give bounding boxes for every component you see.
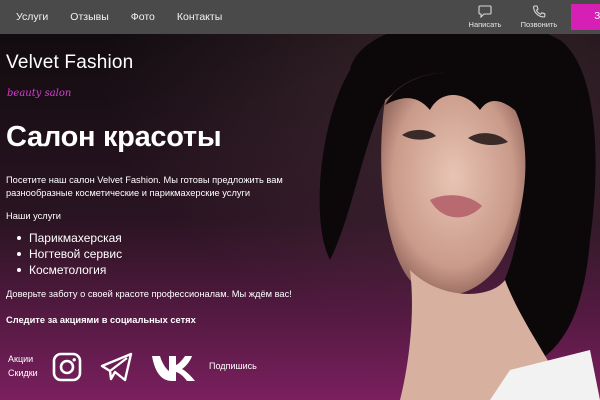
main-nav: Услуги Отзывы Фото Контакты <box>0 0 244 34</box>
booking-button[interactable]: За <box>571 4 600 30</box>
service-item-hair: Парикмахерская <box>17 230 306 246</box>
top-navigation-bar: Услуги Отзывы Фото Контакты Написать Поз… <box>0 0 600 34</box>
services-heading: Наши услуги <box>6 211 61 221</box>
vk-icon[interactable] <box>151 354 199 382</box>
intro-text: Посетите наш салон Velvet Fashion. Мы го… <box>6 175 283 198</box>
message-button[interactable]: Написать <box>458 0 512 34</box>
chat-bubble-icon <box>478 5 492 18</box>
telegram-icon[interactable] <box>100 352 134 382</box>
subscribe-link[interactable]: Подпишись <box>209 361 257 371</box>
promo-line-sales: Акции <box>8 354 34 364</box>
follow-heading: Следите за акциями в социальных сетях <box>6 315 196 325</box>
promo-label: Акции Скидки <box>8 352 38 380</box>
hero-content: Velvet Fashion beauty salon Салон красот… <box>6 34 306 325</box>
nav-item-reviews[interactable]: Отзывы <box>70 0 108 34</box>
service-item-nails: Ногтевой сервис <box>17 246 306 262</box>
nav-item-services[interactable]: Услуги <box>16 0 48 34</box>
services-list: Парикмахерская Ногтевой сервис Косметоло… <box>6 230 306 278</box>
call-label: Позвонить <box>520 20 558 29</box>
trust-text: Доверьте заботу о своей красоте професси… <box>6 289 292 299</box>
nav-item-contacts[interactable]: Контакты <box>177 0 222 34</box>
brand-name: Velvet Fashion <box>6 52 134 73</box>
call-button[interactable]: Позвонить <box>512 0 566 34</box>
page-title: Салон красоты <box>6 121 222 153</box>
portrait-image <box>319 18 600 400</box>
promo-line-discounts: Скидки <box>8 368 38 378</box>
phone-icon <box>533 5 546 18</box>
message-label: Написать <box>468 20 502 29</box>
nav-item-photo[interactable]: Фото <box>131 0 155 34</box>
social-row: Акции Скидки Подпишись <box>8 350 298 386</box>
header-actions: Написать Позвонить <box>458 0 566 34</box>
instagram-icon[interactable] <box>52 352 82 382</box>
brand-tagline: beauty salon <box>7 88 72 99</box>
service-item-cosmetology: Косметология <box>17 262 306 278</box>
